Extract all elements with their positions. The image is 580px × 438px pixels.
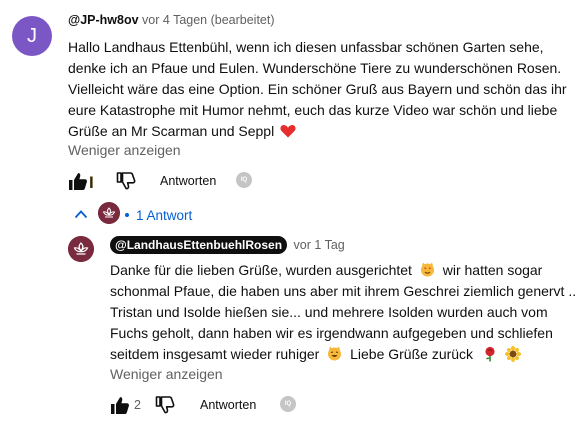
comment-line: Grüße an Mr Scarman und Seppl (68, 121, 573, 142)
sunflower-icon (504, 345, 521, 363)
red-heart-icon (280, 125, 296, 138)
like-count: 2 (134, 398, 141, 412)
comment-line-text: Grüße an Mr Scarman und Seppl (68, 123, 275, 139)
grinning-cat-icon (328, 346, 342, 361)
reply-time[interactable]: vor 1 Tag (294, 238, 345, 252)
channel-avatar-small (98, 202, 120, 224)
show-less-button[interactable]: Weniger anzeigen (110, 366, 223, 382)
comment-author[interactable]: @JP-hw8ov (68, 13, 139, 27)
show-less-button[interactable]: Weniger anzeigen (68, 142, 181, 158)
reply-line: schonmal Pfaue, die haben uns aber mit i… (110, 283, 577, 299)
comment-line: Hallo Landhaus Ettenbühl, wenn ich diese… (68, 39, 544, 55)
reply-actions: 2 Antworten IQ (110, 394, 410, 416)
comment-line: eure Katastrophe mit Humor nehmt, euch d… (68, 102, 558, 118)
comment-text: Hallo Landhaus Ettenbühl, wenn ich diese… (68, 37, 573, 142)
reply-line-text: Danke für die lieben Grüße, wurden ausge… (110, 262, 412, 278)
reply-header: @LandhausEttenbuehlRosen vor 1 Tag (110, 236, 345, 255)
reply-line: Fuchs geholt, dann haben wir es irgendwa… (110, 325, 553, 341)
reply-line: Tristan und Isolde hießen sie... und meh… (110, 304, 548, 320)
reply-line-text: Liebe Grüße zurück (350, 346, 474, 362)
rose-icon (485, 346, 495, 362)
reply-button[interactable]: Antworten (200, 398, 256, 412)
text-cursor-icon: I (89, 173, 94, 192)
avatar[interactable]: J (12, 16, 52, 56)
reply-line: seitdem insgesamt wieder ruhiger Liebe G… (110, 344, 578, 365)
creator-avatar-icon: IQ (280, 396, 296, 412)
replies-toggle[interactable]: 1 Antwort (72, 202, 272, 228)
chevron-up-icon (74, 210, 88, 219)
dislike-icon[interactable] (116, 171, 136, 190)
reply-line-text: seitdem insgesamt wieder ruhiger (110, 346, 320, 362)
comment-line: denke ich an Pfaue und Eulen. Wunderschö… (68, 60, 562, 76)
like-icon[interactable] (110, 396, 130, 415)
comment-time[interactable]: vor 4 Tagen (bearbeitet) (142, 13, 275, 27)
reply-author[interactable]: @LandhausEttenbuehlRosen (110, 236, 288, 254)
comment-header: @JP-hw8ov vor 4 Tagen (bearbeitet) (68, 12, 275, 28)
reply-line-text: wir hatten sogar (442, 262, 543, 278)
heart-eyes-cat-icon (420, 262, 434, 277)
replies-count[interactable]: 1 Antwort (136, 208, 192, 223)
avatar[interactable] (68, 236, 94, 262)
bullet-dot (125, 213, 129, 217)
reply-line: Danke für die lieben Grüße, wurden ausge… (110, 260, 578, 281)
reply-text: Danke für die lieben Grüße, wurden ausge… (110, 260, 578, 365)
reply-button[interactable]: Antworten (160, 174, 216, 188)
like-icon[interactable] (68, 172, 88, 191)
comment-actions: I Antworten IQ (68, 170, 368, 192)
dislike-icon[interactable] (155, 395, 175, 414)
creator-avatar-icon: IQ (236, 172, 252, 188)
comment-line: Vielleicht wäre das eine Option. Ein sch… (68, 81, 567, 97)
